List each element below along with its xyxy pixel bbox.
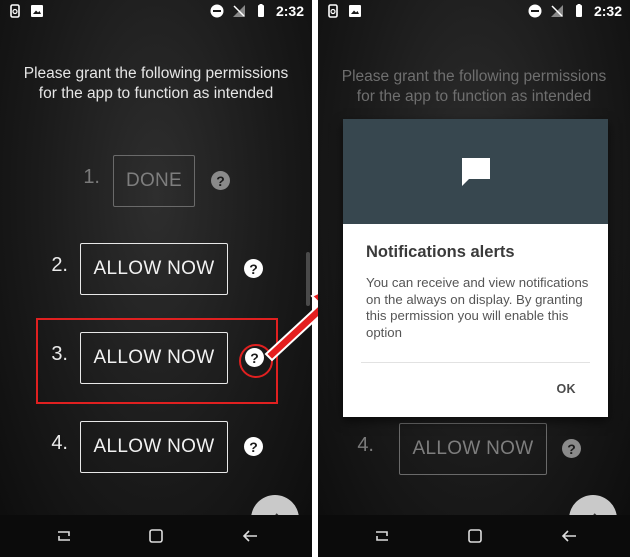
dialog-divider (361, 362, 590, 363)
allow-now-button[interactable]: ALLOW NOW (80, 421, 228, 473)
status-time: 2:32 (593, 3, 622, 19)
help-icon[interactable]: ? (244, 437, 263, 456)
dialog-header (343, 119, 608, 224)
home-icon[interactable] (466, 527, 484, 545)
permission-intro-text: Please grant the following permissions f… (341, 68, 607, 105)
no-signal-icon (550, 5, 563, 17)
permission-intro-text: Please grant the following permissions f… (23, 65, 289, 102)
permission-row-4: 4. ALLOW NOW ? (0, 418, 312, 476)
recent-apps-icon[interactable] (55, 527, 73, 545)
battery-icon (575, 4, 582, 17)
image-notification-icon (349, 5, 361, 17)
chat-bubble-icon (462, 158, 490, 186)
recent-apps-icon[interactable] (373, 527, 391, 545)
permission-number: 1. (83, 166, 100, 188)
image-notification-icon (31, 5, 43, 17)
back-icon[interactable] (560, 527, 578, 545)
app-notification-icon (10, 4, 20, 18)
do-not-disturb-icon (210, 4, 224, 18)
notifications-alerts-dialog: Notifications alerts You can receive and… (343, 119, 608, 417)
status-bar: 2:32 (318, 0, 630, 24)
permission-number: 4. (51, 432, 68, 454)
permission-number: 4. (357, 434, 374, 456)
status-time: 2:32 (275, 3, 304, 19)
allow-now-button[interactable]: ALLOW NOW (399, 423, 547, 475)
permission-row-1: 1. DONE ? (0, 152, 312, 210)
ok-button[interactable]: OK (556, 382, 576, 396)
app-notification-icon (328, 4, 338, 18)
dialog-body: You can receive and view notifications o… (366, 275, 589, 340)
help-icon[interactable]: ? (211, 171, 230, 190)
navigation-bar (0, 515, 312, 557)
dialog-title: Notifications alerts (366, 243, 515, 261)
no-signal-icon (232, 5, 245, 17)
do-not-disturb-icon (528, 4, 542, 18)
right-phone-screen: 2:32 Please grant the following permissi… (318, 0, 630, 557)
permission-row-4: 4. ALLOW NOW ? (318, 420, 630, 478)
navigation-bar (318, 515, 630, 557)
back-icon[interactable] (241, 527, 259, 545)
battery-icon (257, 4, 264, 17)
done-button[interactable]: DONE (113, 155, 195, 207)
home-icon[interactable] (147, 527, 165, 545)
allow-now-button[interactable]: ALLOW NOW (80, 243, 228, 295)
help-icon[interactable]: ? (562, 439, 581, 458)
permission-number: 2. (51, 254, 68, 276)
status-bar: 2:32 (0, 0, 312, 24)
